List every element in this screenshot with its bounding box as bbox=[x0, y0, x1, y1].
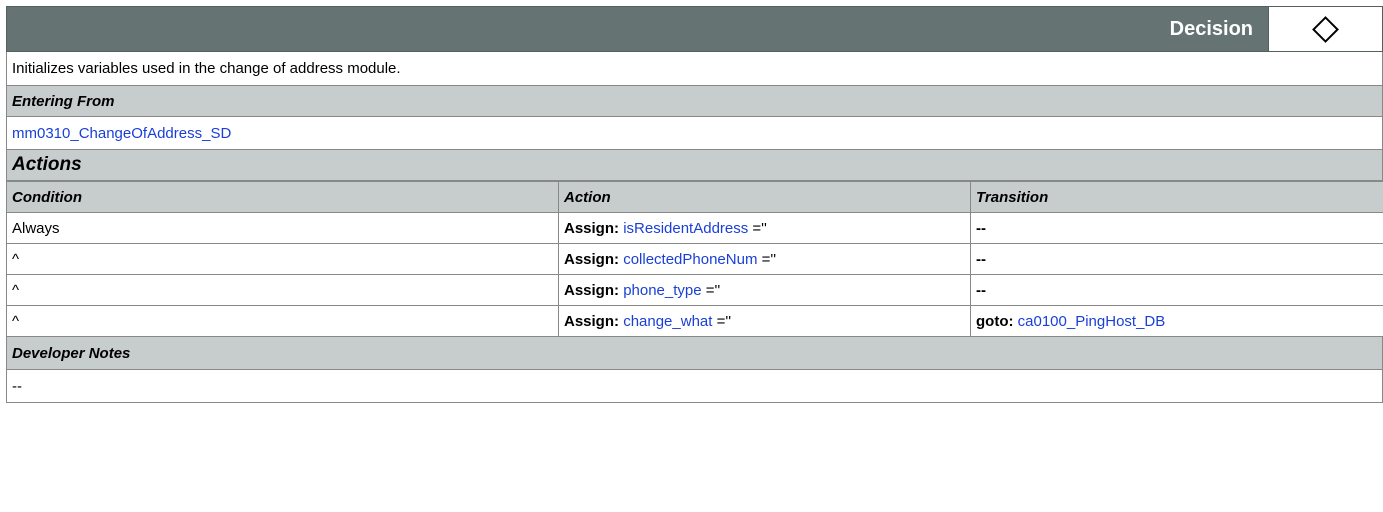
variable-link[interactable]: collectedPhoneNum bbox=[623, 251, 757, 268]
assign-value: ='' bbox=[712, 312, 732, 330]
table-row: ^ Assign: phone_type ='' -- bbox=[6, 274, 1383, 306]
actions-heading-row: Actions bbox=[6, 150, 1383, 181]
column-header-condition: Condition bbox=[6, 181, 559, 213]
actions-heading: Actions bbox=[12, 154, 82, 175]
decision-node-panel: Decision Initializes variables used in t… bbox=[6, 6, 1383, 403]
condition-cell: Always bbox=[6, 212, 559, 244]
transition-text: -- bbox=[976, 250, 986, 268]
variable-link[interactable]: change_what bbox=[623, 313, 712, 330]
condition-cell: ^ bbox=[6, 305, 559, 337]
actions-table: Condition Action Transition Always Assig… bbox=[6, 181, 1383, 337]
transition-cell: -- bbox=[970, 274, 1383, 306]
transition-link[interactable]: ca0100_PingHost_DB bbox=[1018, 313, 1166, 330]
action-cell: Assign: change_what ='' bbox=[558, 305, 971, 337]
entering-from-link[interactable]: mm0310_ChangeOfAddress_SD bbox=[12, 125, 231, 142]
column-header-transition: Transition bbox=[970, 181, 1383, 213]
developer-notes-heading-row: Developer Notes bbox=[6, 337, 1383, 370]
variable-link[interactable]: isResidentAddress bbox=[623, 220, 748, 237]
entering-from-row: mm0310_ChangeOfAddress_SD bbox=[6, 117, 1383, 150]
transition-cell: -- bbox=[970, 243, 1383, 275]
node-type-label: Decision bbox=[1121, 7, 1269, 51]
condition-cell: ^ bbox=[6, 274, 559, 306]
developer-notes-text: -- bbox=[12, 377, 22, 395]
transition-text: goto: bbox=[976, 312, 1014, 330]
assign-value: ='' bbox=[748, 219, 767, 237]
transition-cell: -- bbox=[970, 212, 1383, 244]
node-header: Decision bbox=[6, 6, 1383, 52]
node-description-row: Initializes variables used in the change… bbox=[6, 52, 1383, 86]
variable-link[interactable]: phone_type bbox=[623, 282, 701, 299]
developer-notes-row: -- bbox=[6, 370, 1383, 403]
assign-label: Assign: bbox=[564, 281, 620, 299]
assign-value: ='' bbox=[701, 281, 721, 299]
table-row: Always Assign: isResidentAddress ='' -- bbox=[6, 212, 1383, 244]
table-row: ^ Assign: collectedPhoneNum ='' -- bbox=[6, 243, 1383, 275]
assign-label: Assign: bbox=[564, 250, 620, 268]
transition-text: -- bbox=[976, 219, 986, 237]
assign-value: ='' bbox=[757, 250, 777, 268]
condition-cell: ^ bbox=[6, 243, 559, 275]
developer-notes-heading: Developer Notes bbox=[12, 344, 131, 362]
action-cell: Assign: isResidentAddress ='' bbox=[558, 212, 971, 244]
entering-from-heading: Entering From bbox=[12, 92, 115, 110]
assign-label: Assign: bbox=[564, 312, 620, 330]
node-type-badge bbox=[1268, 7, 1382, 51]
transition-text: -- bbox=[976, 281, 986, 299]
decision-diamond-icon bbox=[1312, 15, 1339, 43]
action-cell: Assign: collectedPhoneNum ='' bbox=[558, 243, 971, 275]
node-description: Initializes variables used in the change… bbox=[12, 60, 401, 77]
transition-cell: goto: ca0100_PingHost_DB bbox=[970, 305, 1383, 337]
assign-label: Assign: bbox=[564, 219, 620, 237]
action-cell: Assign: phone_type ='' bbox=[558, 274, 971, 306]
table-row: ^ Assign: change_what ='' goto: ca0100_P… bbox=[6, 305, 1383, 337]
entering-from-heading-row: Entering From bbox=[6, 86, 1383, 117]
actions-table-header: Condition Action Transition bbox=[6, 181, 1383, 213]
column-header-action: Action bbox=[558, 181, 971, 213]
